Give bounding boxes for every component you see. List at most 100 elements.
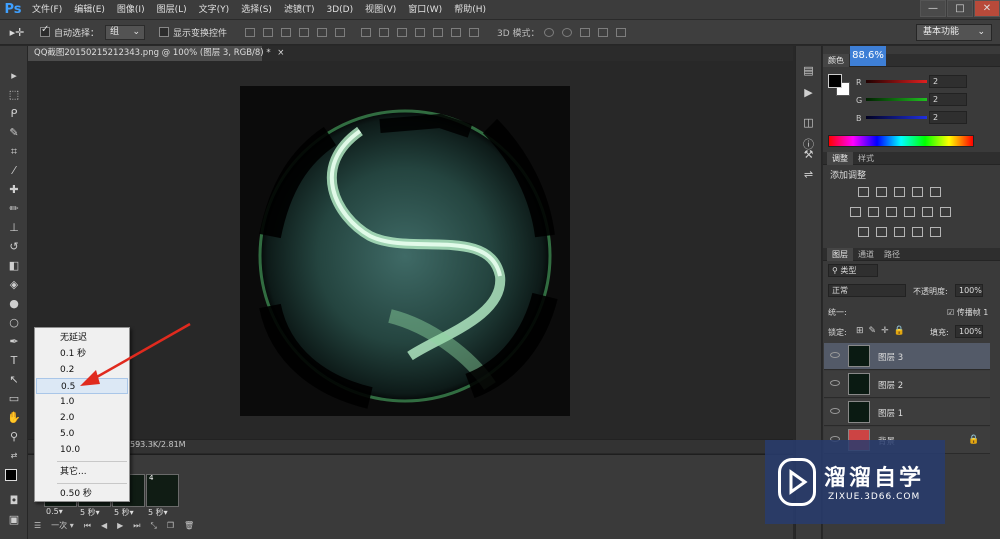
path-select-tool-icon[interactable]: ↖ (0, 370, 28, 389)
rectangle-tool-icon[interactable]: ▭ (0, 389, 28, 408)
crop-tool-icon[interactable]: ⌗ (0, 142, 28, 161)
tab-layers[interactable]: 图层 (827, 248, 853, 261)
delete-frame-icon[interactable]: 🗑 (184, 521, 194, 530)
auto-align-icon[interactable] (469, 27, 480, 37)
hand-tool-icon[interactable]: ✋ (0, 408, 28, 427)
curves-icon[interactable] (894, 187, 905, 197)
exposure-icon[interactable] (912, 187, 923, 197)
tween-icon[interactable]: ⤡ (150, 521, 156, 531)
frame-delay-1[interactable]: 0.5▾ (46, 507, 63, 516)
healing-brush-tool-icon[interactable]: ✚ (0, 180, 28, 199)
tab-styles[interactable]: 样式 (853, 152, 879, 165)
menu-image[interactable]: 图像(I) (111, 0, 151, 20)
red-value[interactable]: 2 (929, 75, 967, 88)
menu-help[interactable]: 帮助(H) (448, 0, 492, 20)
layer-row[interactable]: 图层 3 (824, 343, 990, 370)
tab-color[interactable]: 颜色 (823, 54, 849, 67)
history-brush-tool-icon[interactable]: ↺ (0, 237, 28, 256)
prev-frame-icon[interactable]: ◀ (101, 521, 107, 530)
eraser-tool-icon[interactable]: ◧ (0, 256, 28, 275)
quick-mask-icon[interactable]: ◘ (0, 491, 28, 510)
auto-select-dropdown[interactable]: 组 ⌄ (105, 24, 146, 40)
clone-source-panel-icon[interactable]: ⇌ (795, 166, 822, 184)
channel-mixer-icon[interactable] (922, 207, 933, 217)
default-colors-icon[interactable]: ⇄ (0, 446, 28, 465)
blue-value[interactable]: 2 (929, 111, 967, 124)
distribute-bottom-icon[interactable] (397, 27, 408, 37)
color-spectrum-bar[interactable] (828, 135, 974, 147)
delay-current-value[interactable]: 0.50 秒 (36, 486, 128, 502)
move-tool-preset-icon[interactable]: ▸✛ (0, 26, 34, 39)
menu-3d[interactable]: 3D(D) (320, 0, 359, 20)
menu-layer[interactable]: 图层(L) (151, 0, 193, 20)
restore-button[interactable]: □ (947, 0, 973, 17)
type-tool-icon[interactable]: T (0, 351, 28, 370)
tab-adjustments[interactable]: 调整 (827, 152, 853, 165)
distribute-top-icon[interactable] (361, 27, 372, 37)
show-transform-checkbox[interactable] (159, 27, 170, 37)
next-frame-icon[interactable]: ⏭ (133, 521, 140, 531)
menu-type[interactable]: 文字(Y) (193, 0, 236, 20)
threshold-icon[interactable] (894, 227, 905, 237)
zoom-tool-icon[interactable]: ⚲ (0, 427, 28, 446)
3d-slide-icon[interactable] (597, 27, 608, 37)
marquee-tool-icon[interactable]: ⬚ (0, 85, 28, 104)
invert-icon[interactable] (858, 227, 869, 237)
selective-color-icon[interactable] (930, 227, 941, 237)
timeline-frame-4[interactable]: 4 (146, 474, 179, 507)
dodge-tool-icon[interactable]: ○ (0, 313, 28, 332)
loop-dropdown[interactable]: 一次 ▾ (51, 520, 74, 531)
play-icon[interactable]: ▶ (117, 521, 123, 530)
align-vcenter-icon[interactable] (263, 27, 274, 37)
aurora-image[interactable] (240, 86, 570, 416)
tab-paths[interactable]: 路径 (879, 248, 905, 261)
distribute-hcenter-icon[interactable] (433, 27, 444, 37)
delay-option-other[interactable]: 其它... (36, 464, 128, 480)
3d-scale-icon[interactable] (615, 27, 626, 37)
hue-saturation-icon[interactable] (850, 207, 861, 217)
frame-delay-4[interactable]: 5 秒▾ (148, 507, 168, 518)
pen-tool-icon[interactable]: ✒ (0, 332, 28, 351)
layer-filter-dropdown[interactable]: ⚲ 类型 (828, 264, 878, 277)
convert-timeline-icon[interactable]: ☰ (34, 521, 41, 530)
visibility-eye-icon[interactable] (830, 408, 840, 414)
gradient-map-icon[interactable] (912, 227, 923, 237)
clone-stamp-tool-icon[interactable]: ⊥ (0, 218, 28, 237)
frame-delay-3[interactable]: 5 秒▾ (114, 507, 134, 518)
duplicate-frame-icon[interactable]: ❐ (167, 521, 174, 530)
menu-filter[interactable]: 滤镜(T) (278, 0, 321, 20)
fill-input[interactable]: 100% (955, 325, 983, 338)
color-lookup-icon[interactable] (940, 207, 951, 217)
menu-view[interactable]: 视图(V) (359, 0, 402, 20)
close-tab-icon[interactable]: × (277, 48, 284, 58)
delay-option-10.0[interactable]: 10.0 (36, 442, 128, 458)
black-white-icon[interactable] (886, 207, 897, 217)
delay-option-5.0[interactable]: 5.0 (36, 426, 128, 442)
brush-panel-icon[interactable]: ⚒ (795, 146, 822, 164)
align-right-icon[interactable] (335, 27, 346, 37)
3d-drag-icon[interactable] (579, 27, 590, 37)
actions-panel-icon[interactable]: ▶ (795, 84, 822, 102)
visibility-eye-icon[interactable] (830, 352, 840, 358)
color-balance-icon[interactable] (868, 207, 879, 217)
brush-tool-icon[interactable]: ✏ (0, 199, 28, 218)
lock-icons[interactable]: ⊞✎✛🔒 (856, 326, 910, 336)
frame-delay-2[interactable]: 5 秒▾ (80, 507, 100, 518)
red-slider[interactable] (866, 80, 927, 83)
layer-row[interactable]: 图层 1 (824, 399, 990, 426)
3d-roll-icon[interactable] (561, 27, 572, 37)
quick-select-tool-icon[interactable]: ✎ (0, 123, 28, 142)
blur-tool-icon[interactable]: ● (0, 294, 28, 313)
green-value[interactable]: 2 (929, 93, 967, 106)
blend-mode-dropdown[interactable]: 正常 (828, 284, 906, 297)
opacity-input[interactable]: 100% (955, 284, 983, 297)
auto-select-checkbox[interactable] (40, 24, 50, 37)
vibrance-icon[interactable] (930, 187, 941, 197)
align-top-icon[interactable] (245, 27, 256, 37)
menu-edit[interactable]: 编辑(E) (68, 0, 111, 20)
close-button[interactable]: ✕ (974, 0, 1000, 17)
visibility-eye-icon[interactable] (830, 380, 840, 386)
brightness-icon[interactable] (858, 187, 869, 197)
first-frame-icon[interactable]: ⏮ (84, 521, 91, 531)
3d-rotate-icon[interactable] (543, 27, 554, 37)
